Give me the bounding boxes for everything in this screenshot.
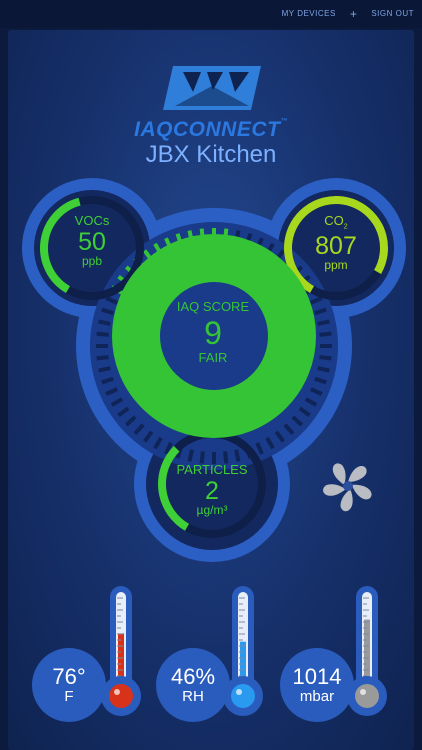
- temperature-thermometer-icon: [101, 586, 141, 716]
- iaq-tick: [98, 366, 111, 373]
- iaq-score-value: 9: [204, 315, 222, 351]
- co2-unit: ppm: [324, 257, 348, 272]
- temperature-unit: F: [64, 688, 74, 705]
- iaq-tick: [96, 355, 109, 361]
- iaq-tick: [234, 449, 241, 462]
- temperature-reading[interactable]: 76° F: [32, 648, 106, 722]
- co2-value: 807: [315, 231, 357, 260]
- iaq-tick: [96, 331, 109, 337]
- iaq-score-label: IAQ SCORE: [176, 299, 250, 314]
- particles-name: PARTICLES: [176, 462, 248, 477]
- humidity-value: 46%: [170, 664, 216, 689]
- iaq-tick: [187, 449, 194, 462]
- vocs-name: VOCs: [74, 213, 110, 228]
- iaq-tick: [98, 319, 111, 326]
- humidity-unit: RH: [182, 688, 204, 705]
- iaq-tick: [319, 331, 332, 337]
- co2-gauge[interactable]: CO2 807 ppm: [301, 214, 371, 271]
- particles-unit: µg/m³: [196, 503, 228, 517]
- vocs-unit: ppb: [81, 254, 103, 268]
- fan-icon[interactable]: [318, 456, 378, 516]
- pressure-unit: mbar: [299, 688, 335, 705]
- co2-name: CO2: [324, 213, 348, 231]
- vocs-gauge[interactable]: VOCs 50 ppb: [57, 214, 127, 267]
- particles-gauge[interactable]: PARTICLES 2 µg/m³: [167, 463, 257, 516]
- iaq-tick: [317, 319, 330, 326]
- pressure-reading[interactable]: 1014 mbar: [280, 648, 354, 722]
- pressure-thermometer-icon: [347, 586, 387, 716]
- pressure-value: 1014: [292, 664, 342, 689]
- particles-value: 2: [205, 477, 219, 505]
- iaq-score[interactable]: IAQ SCORE 9 FAIR: [161, 300, 265, 364]
- iaq-tick: [317, 366, 330, 373]
- temperature-value: 76°: [52, 664, 86, 689]
- humidity-reading[interactable]: 46% RH: [156, 648, 230, 722]
- iaq-tick: [319, 355, 332, 361]
- humidity-thermometer-icon: [223, 586, 263, 716]
- vocs-value: 50: [78, 228, 106, 256]
- iaq-score-rating: FAIR: [198, 350, 228, 365]
